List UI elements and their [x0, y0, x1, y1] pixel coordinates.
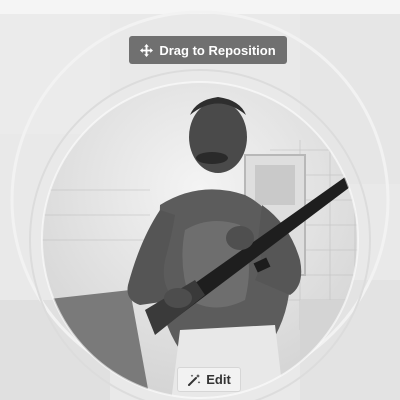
edit-label: Edit: [206, 372, 231, 387]
edit-button[interactable]: Edit: [177, 367, 241, 392]
drag-to-reposition-label: Drag to Reposition: [159, 42, 276, 58]
profile-photo-crop-editor: Drag to Reposition Edit: [0, 0, 400, 400]
magic-wand-icon: [187, 373, 201, 387]
drag-to-reposition-hint[interactable]: Drag to Reposition: [129, 36, 287, 64]
move-arrows-icon: [140, 43, 154, 57]
